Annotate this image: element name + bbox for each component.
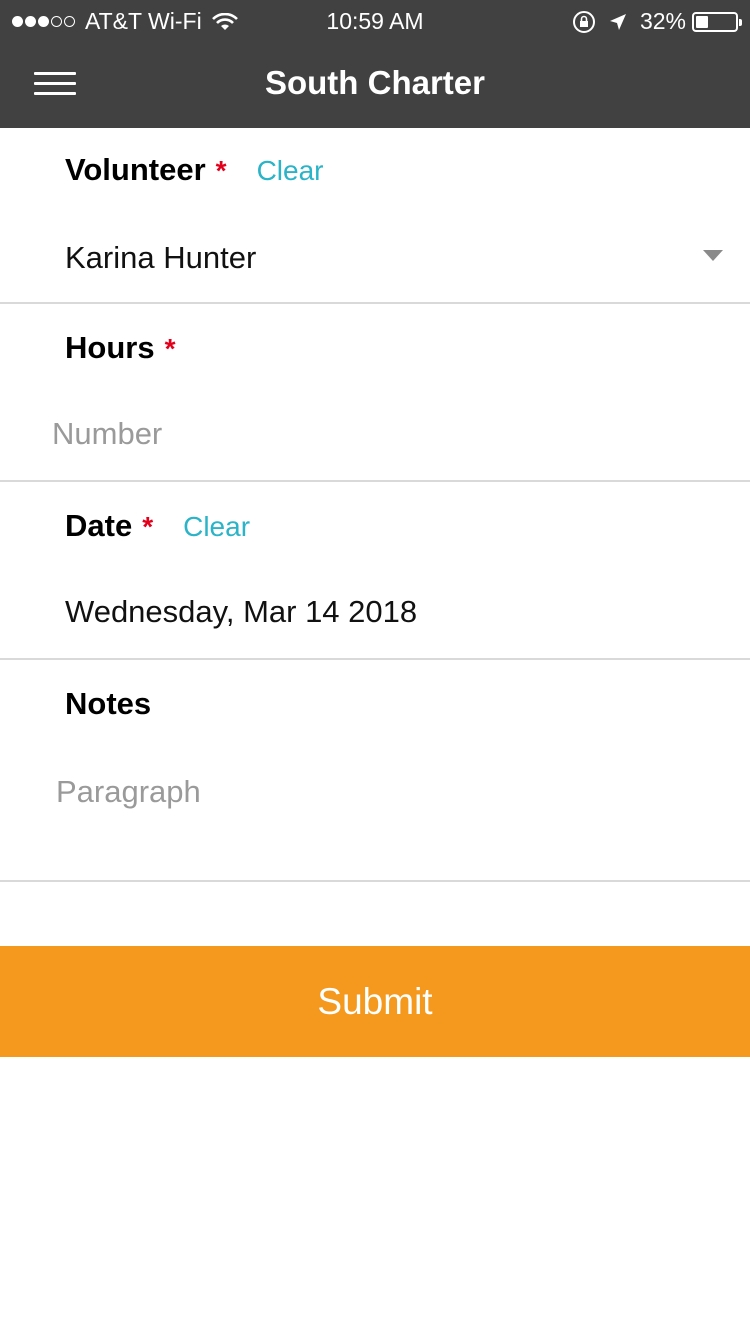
status-bar: AT&T Wi-Fi 10:59 AM 32% [0, 0, 750, 40]
volunteer-label: Volunteer [65, 152, 206, 187]
required-asterisk: * [215, 155, 227, 186]
navigation-bar: South Charter [0, 40, 750, 128]
rotation-lock-icon [572, 10, 595, 33]
volunteer-clear-link[interactable]: Clear [257, 155, 324, 187]
battery-nub [739, 18, 742, 26]
location-arrow-icon [609, 13, 626, 30]
required-asterisk: * [164, 333, 176, 364]
date-label-row: Date * Clear [65, 508, 250, 544]
hours-input[interactable] [52, 416, 712, 452]
battery-icon [692, 11, 742, 32]
page-title: South Charter [264, 64, 485, 101]
chevron-down-icon[interactable] [703, 250, 723, 261]
submit-button[interactable]: Submit [0, 946, 750, 1057]
notes-textarea[interactable] [56, 774, 716, 810]
hours-label: Hours [65, 330, 155, 365]
notes-label-row: Notes [65, 686, 151, 722]
date-field: Date * Clear Wednesday, Mar 14 2018 [0, 482, 750, 660]
date-label: Date [65, 508, 133, 543]
battery-fill [696, 15, 709, 28]
volunteer-select[interactable]: Karina Hunter [65, 240, 256, 276]
volunteer-label-row: Volunteer * Clear [65, 152, 324, 188]
status-right: 32% [572, 8, 742, 35]
required-asterisk: * [142, 511, 154, 542]
volunteer-field: Volunteer * Clear Karina Hunter [0, 128, 750, 304]
hours-field: Hours * [0, 304, 750, 482]
hours-label-row: Hours * [65, 330, 175, 366]
notes-field: Notes [0, 660, 750, 882]
date-clear-link[interactable]: Clear [183, 511, 250, 543]
battery-percent: 32% [639, 8, 686, 34]
notes-label: Notes [65, 686, 152, 721]
date-picker[interactable]: Wednesday, Mar 14 2018 [65, 594, 417, 630]
